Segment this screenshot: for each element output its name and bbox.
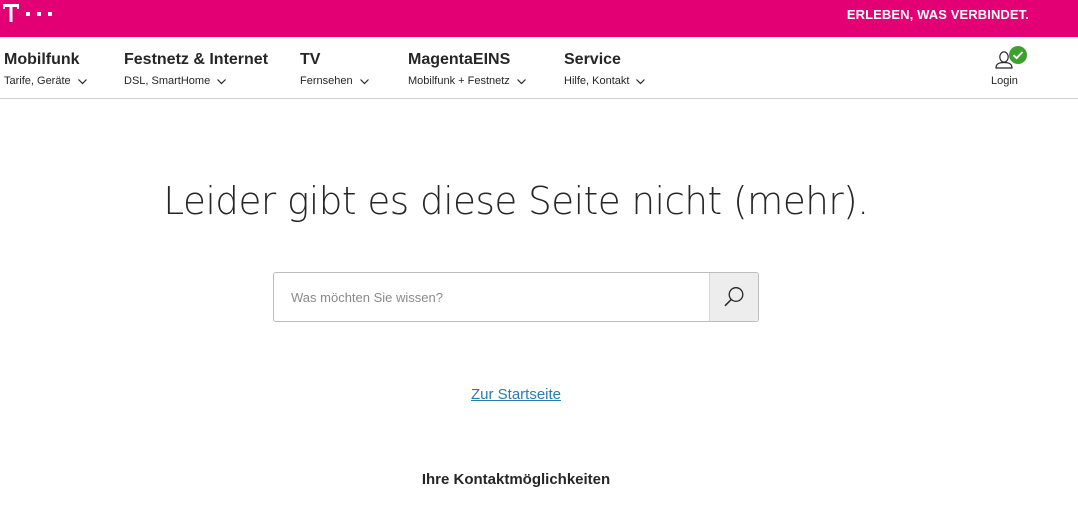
home-link[interactable]: Zur Startseite bbox=[0, 386, 1032, 404]
nav-item-subtitle: Hilfe, Kontakt bbox=[564, 74, 646, 88]
nav-item-subtitle: DSL, SmartHome bbox=[124, 74, 268, 88]
nav-item-subtitle-text: Fernsehen bbox=[300, 75, 353, 87]
nav-item-subtitle-text: DSL, SmartHome bbox=[124, 75, 211, 87]
search-input[interactable] bbox=[274, 273, 710, 321]
login-label: Login bbox=[991, 75, 1018, 87]
telekom-t-logo-icon bbox=[3, 4, 52, 22]
page-title: Leider gibt es diese Seite nicht (mehr). bbox=[163, 179, 869, 223]
nav-item-mobilfunk[interactable]: Mobilfunk Tarife, Geräte bbox=[4, 50, 88, 88]
search-box bbox=[273, 272, 759, 322]
nav-item-title: Festnetz & Internet bbox=[124, 51, 269, 68]
chevron-down-icon bbox=[636, 78, 646, 84]
nav-item-service[interactable]: Service Hilfe, Kontakt bbox=[564, 50, 646, 88]
main-navigation: Mobilfunk Tarife, Geräte Festnetz & Inte… bbox=[0, 37, 1078, 99]
login-button[interactable]: Login bbox=[985, 46, 1029, 90]
nav-item-subtitle: Tarife, Geräte bbox=[4, 74, 88, 88]
chevron-down-icon bbox=[516, 78, 526, 84]
nav-item-magentaeins[interactable]: MagentaEINS Mobilfunk + Festnetz bbox=[408, 50, 527, 88]
nav-item-title: Mobilfunk bbox=[4, 51, 80, 68]
nav-item-festnetz-internet[interactable]: Festnetz & Internet DSL, SmartHome bbox=[124, 50, 268, 88]
chevron-down-icon bbox=[359, 78, 369, 84]
nav-item-subtitle-text: Tarife, Geräte bbox=[4, 75, 71, 87]
nav-item-title: TV bbox=[300, 51, 321, 68]
contact-options-heading: Ihre Kontaktmöglichkeiten bbox=[421, 471, 611, 488]
check-badge-icon bbox=[1009, 46, 1027, 64]
nav-item-tv[interactable]: TV Fernsehen bbox=[300, 50, 370, 88]
telekom-logo[interactable] bbox=[2, 2, 62, 24]
search-icon bbox=[724, 287, 744, 307]
search-button[interactable] bbox=[709, 273, 758, 321]
nav-item-subtitle-text: Mobilfunk + Festnetz bbox=[408, 75, 510, 87]
nav-item-subtitle: Mobilfunk + Festnetz bbox=[408, 74, 527, 88]
nav-item-subtitle-text: Hilfe, Kontakt bbox=[564, 75, 630, 87]
nav-item-subtitle: Fernsehen bbox=[300, 74, 370, 88]
nav-item-title: Service bbox=[564, 51, 621, 68]
brand-bar: ERLEBEN, WAS VERBINDET. bbox=[0, 0, 1078, 37]
chevron-down-icon bbox=[77, 78, 87, 84]
brand-tagline: ERLEBEN, WAS VERBINDET. bbox=[846, 7, 1029, 22]
chevron-down-icon bbox=[217, 78, 227, 84]
nav-item-title: MagentaEINS bbox=[408, 51, 511, 68]
